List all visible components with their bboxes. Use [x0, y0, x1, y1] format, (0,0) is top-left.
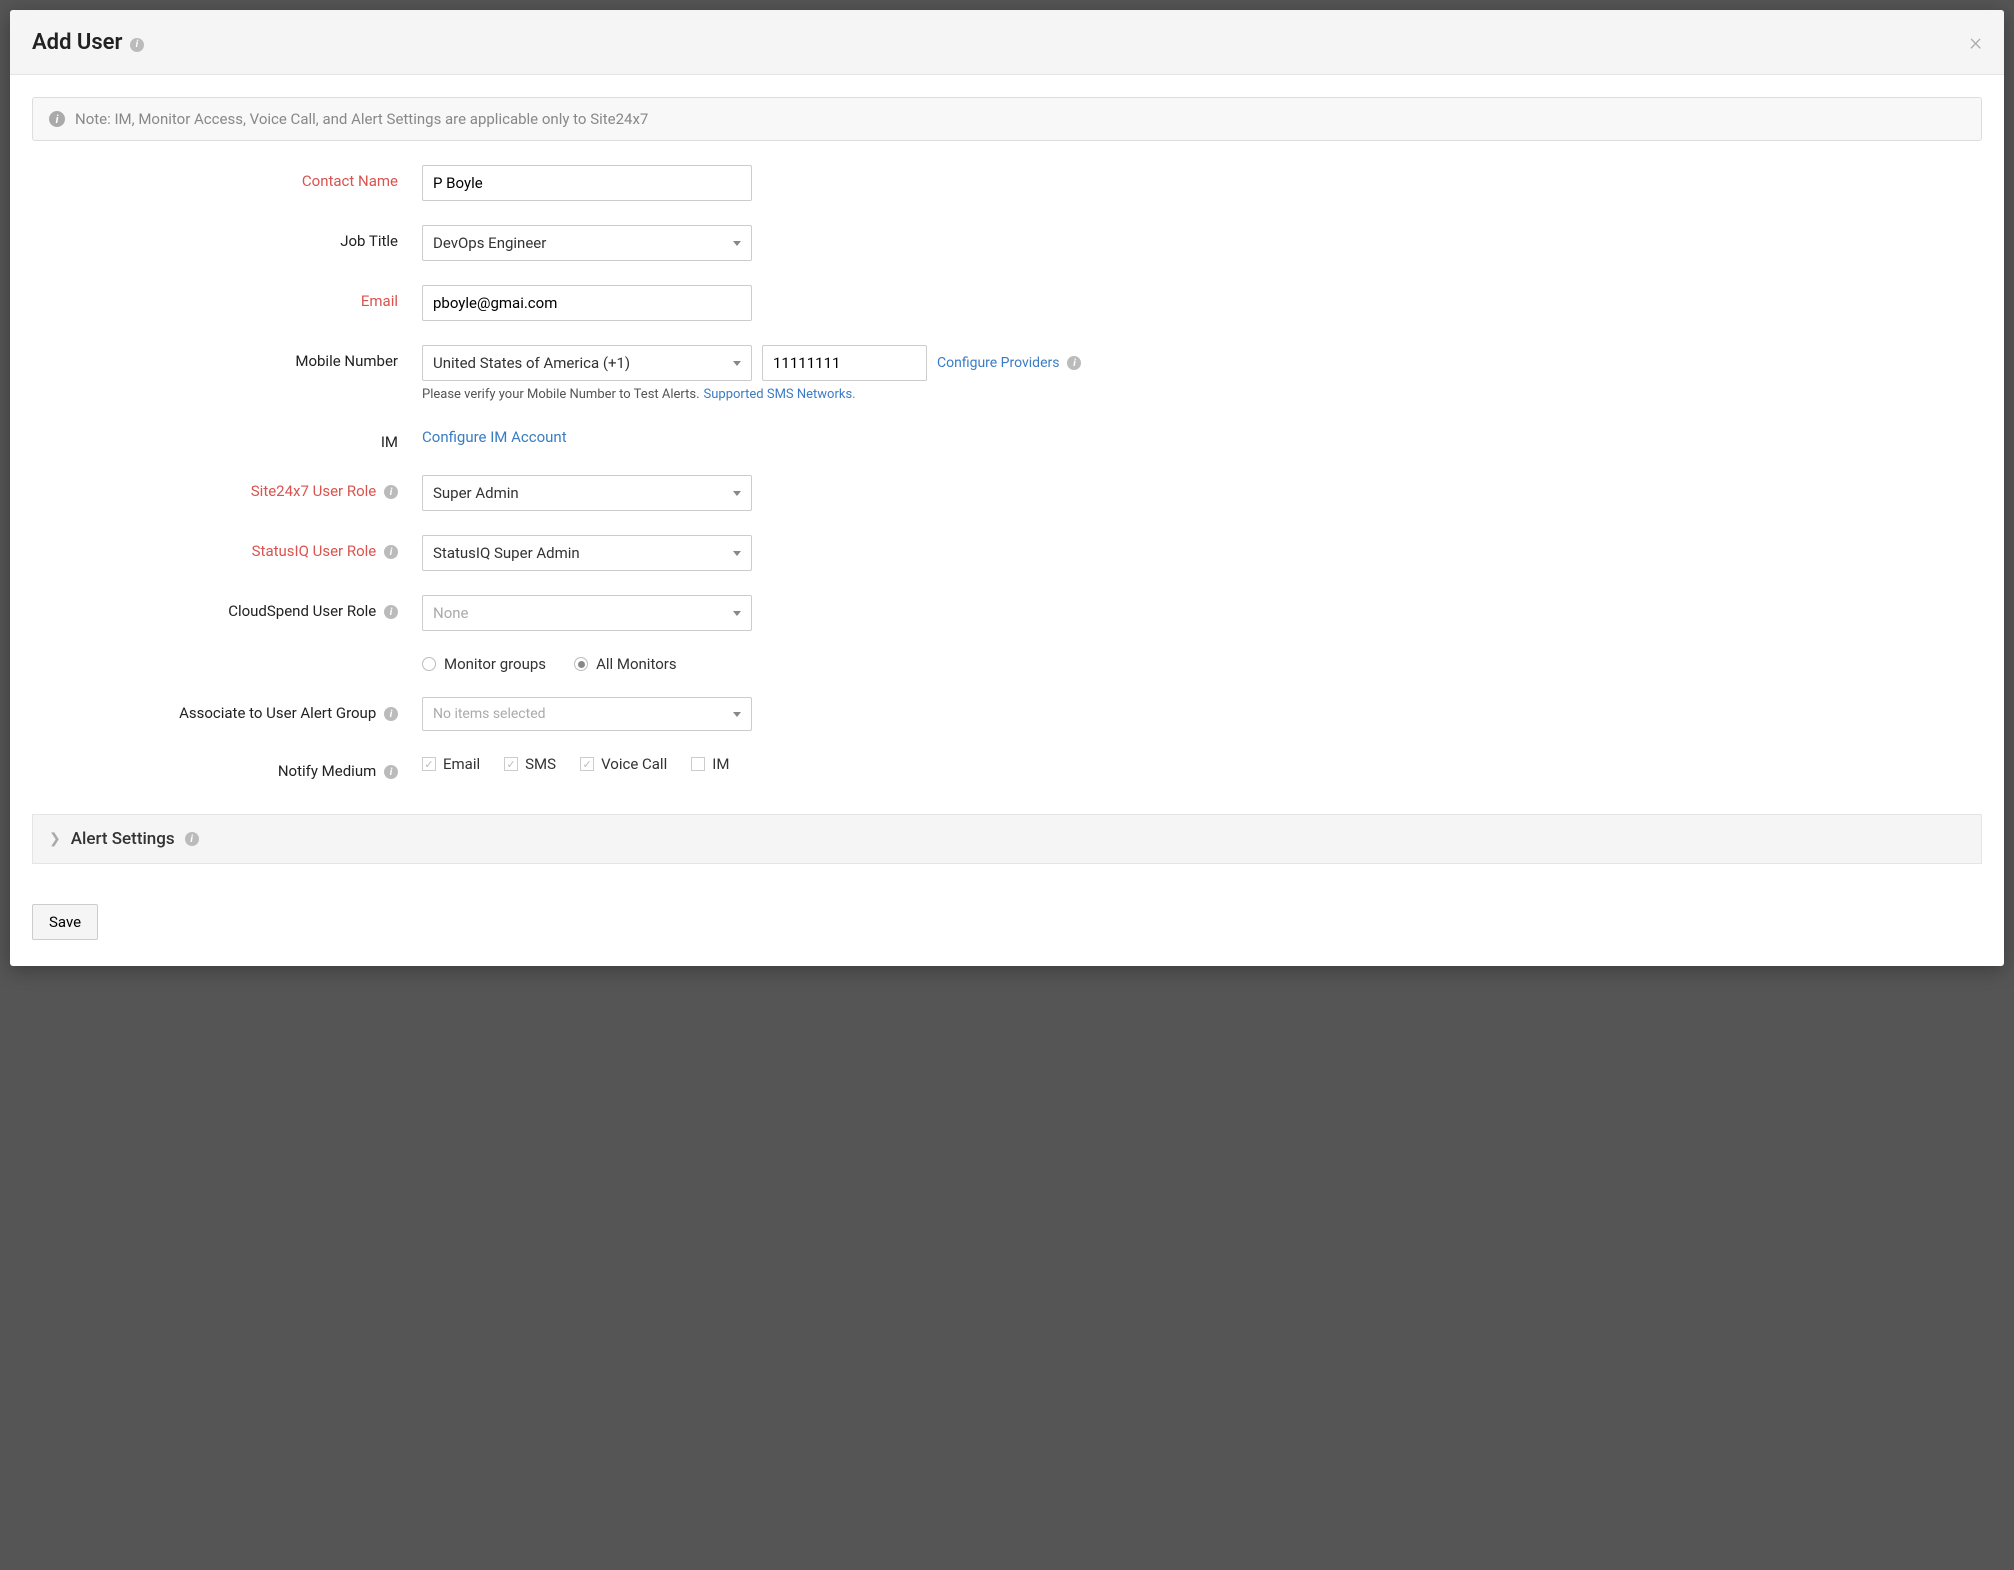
site24x7-role-select[interactable]: Super Admin [422, 475, 752, 511]
alert-group-value: No items selected [433, 706, 546, 722]
note-text: Note: IM, Monitor Access, Voice Call, an… [75, 110, 648, 128]
checkbox-icon: ✓ [580, 757, 594, 771]
chevron-down-icon [733, 611, 741, 616]
job-title-value: DevOps Engineer [433, 234, 546, 252]
label-notify: Notify Medium i [32, 755, 422, 780]
info-icon[interactable]: i [384, 707, 398, 721]
info-icon[interactable]: i [384, 485, 398, 499]
cloudspend-role-value: None [433, 604, 469, 622]
label-cloudspend-role: CloudSpend User Role i [32, 595, 422, 620]
configure-im-link[interactable]: Configure IM Account [422, 426, 1982, 446]
chevron-right-icon: ❯ [49, 831, 61, 847]
label-empty [32, 655, 422, 662]
info-icon[interactable]: i [185, 832, 199, 846]
modal-footer: Save [10, 886, 2004, 966]
radio-all-monitors[interactable]: All Monitors [574, 655, 677, 673]
chevron-down-icon [733, 241, 741, 246]
radio-icon [574, 657, 588, 671]
chevron-down-icon [733, 712, 741, 717]
chevron-down-icon [733, 491, 741, 496]
radio-icon [422, 657, 436, 671]
info-icon[interactable]: i [130, 38, 144, 52]
chevron-down-icon [733, 361, 741, 366]
cloudspend-role-select[interactable]: None [422, 595, 752, 631]
checkbox-icon: ✓ [504, 757, 518, 771]
info-icon: i [49, 111, 65, 127]
mobile-helper-text: Please verify your Mobile Number to Test… [422, 387, 700, 402]
add-user-modal: Add User i × i Note: IM, Monitor Access,… [10, 10, 2004, 966]
modal-header: Add User i × [10, 10, 2004, 75]
info-icon[interactable]: i [384, 605, 398, 619]
label-alert-group: Associate to User Alert Group i [32, 697, 422, 722]
check-email[interactable]: ✓ Email [422, 755, 480, 773]
label-job-title: Job Title [32, 225, 422, 250]
chevron-down-icon [733, 551, 741, 556]
label-statusiq-role: StatusIQ User Role i [32, 535, 422, 560]
save-button[interactable]: Save [32, 904, 98, 940]
alert-settings-label: Alert Settings [71, 829, 175, 849]
label-site24x7-role: Site24x7 User Role i [32, 475, 422, 500]
label-mobile: Mobile Number [32, 345, 422, 370]
checkbox-icon: ✓ [422, 757, 436, 771]
job-title-select[interactable]: DevOps Engineer [422, 225, 752, 261]
email-input[interactable] [422, 285, 752, 321]
info-icon[interactable]: i [1067, 356, 1081, 370]
alert-settings-toggle[interactable]: ❯ Alert Settings i [32, 814, 1982, 864]
modal-title: Add User [32, 30, 122, 55]
modal-body: i Note: IM, Monitor Access, Voice Call, … [10, 75, 2004, 886]
phone-input[interactable] [762, 345, 927, 381]
country-code-value: United States of America (+1) [433, 354, 630, 372]
check-sms[interactable]: ✓ SMS [504, 755, 556, 773]
country-code-select[interactable]: United States of America (+1) [422, 345, 752, 381]
radio-monitor-groups[interactable]: Monitor groups [422, 655, 546, 673]
info-icon[interactable]: i [384, 765, 398, 779]
statusiq-role-value: StatusIQ Super Admin [433, 544, 580, 562]
check-im[interactable]: IM [691, 755, 729, 773]
note-box: i Note: IM, Monitor Access, Voice Call, … [32, 97, 1982, 141]
label-email: Email [32, 285, 422, 310]
check-voice[interactable]: ✓ Voice Call [580, 755, 667, 773]
sms-networks-link[interactable]: Supported SMS Networks. [704, 387, 856, 402]
alert-group-select[interactable]: No items selected [422, 697, 752, 731]
site24x7-role-value: Super Admin [433, 484, 519, 502]
label-contact-name: Contact Name [32, 165, 422, 190]
checkbox-icon [691, 757, 705, 771]
info-icon[interactable]: i [384, 545, 398, 559]
statusiq-role-select[interactable]: StatusIQ Super Admin [422, 535, 752, 571]
configure-providers-link[interactable]: Configure Providers [937, 355, 1059, 371]
close-button[interactable]: × [1969, 28, 1982, 56]
label-im: IM [32, 426, 422, 451]
contact-name-input[interactable] [422, 165, 752, 201]
